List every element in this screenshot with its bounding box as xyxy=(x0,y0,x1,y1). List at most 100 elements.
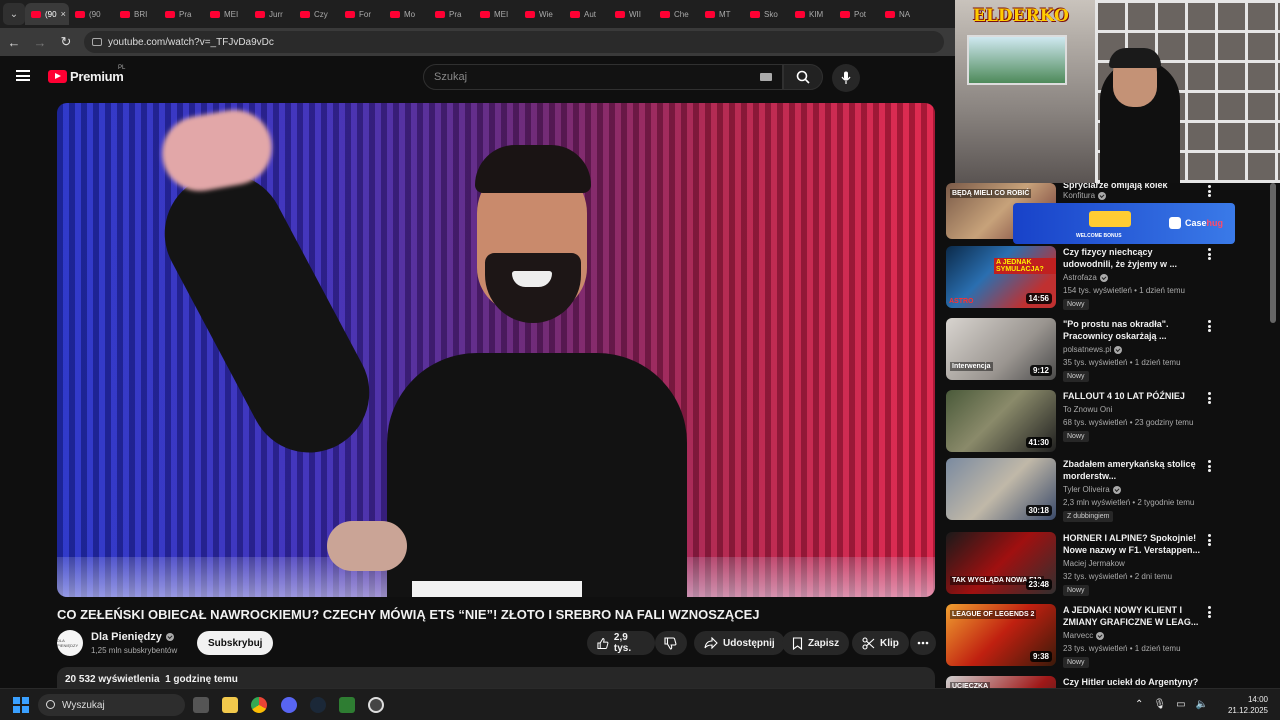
share-button[interactable]: Udostępnij xyxy=(694,631,785,655)
video-thumbnail[interactable]: Interwencja 9:12 xyxy=(946,318,1056,380)
more-vertical-icon[interactable] xyxy=(1208,534,1211,546)
recommended-channel[interactable]: Astrofaza xyxy=(1063,273,1108,282)
recommended-channel[interactable]: Tyler Oliveira xyxy=(1063,485,1121,494)
taskbar-search[interactable]: Wyszukaj xyxy=(38,694,185,716)
youtube-favicon-icon xyxy=(750,10,760,18)
recommended-channel[interactable]: Marvecc xyxy=(1063,631,1105,640)
browser-tab[interactable]: Mo xyxy=(384,3,429,25)
channel-name-link[interactable]: Dla Pieniędzy xyxy=(91,631,174,643)
youtube-logo[interactable]: Premium PL xyxy=(48,65,125,84)
task-view-icon[interactable] xyxy=(193,697,209,713)
browser-tab[interactable]: MT xyxy=(699,3,744,25)
browser-tab[interactable]: NA xyxy=(879,3,924,25)
recommended-video-title[interactable]: HORNER I ALPINE? Spokojnie! Nowe nazwy w… xyxy=(1063,532,1203,556)
recommended-video-title[interactable]: FALLOUT 4 10 LAT PÓŹNIEJ xyxy=(1063,390,1203,402)
sidebar-scrollbar[interactable] xyxy=(1270,183,1276,323)
volume-icon[interactable]: 🔈 xyxy=(1196,699,1208,710)
microphone-tray-icon[interactable]: 🎙 xyxy=(1153,699,1166,710)
video-thumbnail[interactable]: UCIECZKA xyxy=(946,676,1056,688)
recommended-channel[interactable]: Maciej Jermakow xyxy=(1063,559,1125,568)
browser-tab[interactable]: Che xyxy=(654,3,699,25)
recommended-video-meta: 154 tys. wyświetleń • 1 dzień temu xyxy=(1063,286,1185,295)
discord-icon[interactable] xyxy=(281,697,297,713)
more-vertical-icon[interactable] xyxy=(1208,606,1211,618)
search-input[interactable]: Szukaj xyxy=(423,64,783,90)
keyboard-icon[interactable] xyxy=(760,73,772,81)
steam-icon[interactable] xyxy=(310,697,326,713)
clock[interactable]: 14:00 21.12.2025 xyxy=(1228,694,1268,716)
recommended-video[interactable]: Interwencja 9:12 "Po prostu nas okradła". … xyxy=(946,318,1266,384)
browser-tab[interactable]: WII xyxy=(609,3,654,25)
video-thumbnail[interactable]: 41:30 xyxy=(946,390,1056,452)
recommended-video-title[interactable]: Spryciarze omijają kolek xyxy=(1063,183,1203,191)
forward-icon[interactable]: → xyxy=(28,30,52,54)
address-bar[interactable]: youtube.com/watch?v=_TFJvDa9vDc xyxy=(84,31,944,53)
browser-tab[interactable]: MEI xyxy=(204,3,249,25)
obs-icon[interactable] xyxy=(368,697,384,713)
video-thumbnail[interactable]: A JEDNAK SYMULACJA? ASTRO 14:56 xyxy=(946,246,1056,308)
browser-tab[interactable]: (90 xyxy=(69,3,114,25)
browser-tab[interactable]: For xyxy=(339,3,384,25)
browser-tab[interactable]: Pra xyxy=(429,3,474,25)
recommended-channel[interactable]: polsatnews.pl xyxy=(1063,345,1123,354)
recommended-video-title[interactable]: Zbadałem amerykańską stolicę morderstw..… xyxy=(1063,458,1203,482)
close-tab-icon[interactable]: × xyxy=(61,9,66,19)
recommended-channel[interactable]: Konfitura xyxy=(1063,191,1107,200)
browser-tab[interactable]: Wie xyxy=(519,3,564,25)
tab-search-button[interactable]: ⌄ xyxy=(3,3,25,25)
clip-button[interactable]: Klip xyxy=(852,631,909,655)
dislike-button[interactable] xyxy=(655,631,687,655)
youtube-play-icon xyxy=(48,70,67,83)
recommended-video[interactable]: TAK WYGLĄDA NOWA F1? 23:48 HORNER I ALPINE… xyxy=(946,532,1266,598)
file-explorer-icon[interactable] xyxy=(222,697,238,713)
save-button[interactable]: Zapisz xyxy=(782,631,850,655)
video-player[interactable] xyxy=(57,103,935,597)
subscribe-button[interactable]: Subskrybuj xyxy=(197,631,274,655)
video-badge: Nowy xyxy=(1063,299,1089,310)
voice-search-button[interactable] xyxy=(832,64,860,92)
browser-tab[interactable]: Czy xyxy=(294,3,339,25)
search-button[interactable] xyxy=(783,64,823,90)
more-actions-button[interactable] xyxy=(910,631,936,655)
browser-tab[interactable]: BRI xyxy=(114,3,159,25)
network-icon[interactable]: ▭ xyxy=(1176,699,1185,710)
recommended-video[interactable]: 30:18 Zbadałem amerykańską stolicę morder… xyxy=(946,458,1266,524)
recommended-video[interactable]: LEAGUE OF LEGENDS 2 9:38 A JEDNAK! NOWY KL… xyxy=(946,604,1266,670)
logo-text: Premium xyxy=(70,69,124,84)
windows-start-icon[interactable] xyxy=(13,697,29,713)
browser-tab[interactable]: (90 × xyxy=(25,3,69,25)
more-vertical-icon[interactable] xyxy=(1208,320,1211,332)
browser-tab[interactable]: Pra xyxy=(159,3,204,25)
recommended-video[interactable]: 41:30 FALLOUT 4 10 LAT PÓŹNIEJ To Znowu On… xyxy=(946,390,1266,456)
excel-icon[interactable] xyxy=(339,697,355,713)
more-vertical-icon[interactable] xyxy=(1208,392,1211,404)
browser-tab[interactable]: Aut xyxy=(564,3,609,25)
more-vertical-icon[interactable] xyxy=(1208,460,1211,472)
reload-icon[interactable]: ↻ xyxy=(54,30,78,54)
recommended-video-title[interactable]: Czy fizycy niechcący udowodnili, że żyje… xyxy=(1063,246,1203,270)
browser-tab[interactable]: Sko xyxy=(744,3,789,25)
search-icon xyxy=(796,70,810,84)
more-vertical-icon[interactable] xyxy=(1208,185,1211,197)
recommended-channel[interactable]: To Znowu Oni xyxy=(1063,405,1112,414)
video-thumbnail[interactable]: LEAGUE OF LEGENDS 2 9:38 xyxy=(946,604,1056,666)
channel-avatar[interactable]: DLA PIENIĘDZY xyxy=(57,630,83,656)
browser-tab[interactable]: Jurr xyxy=(249,3,294,25)
recommended-video[interactable]: A JEDNAK SYMULACJA? ASTRO 14:56 Czy fizycy … xyxy=(946,246,1266,312)
video-thumbnail[interactable]: TAK WYGLĄDA NOWA F1? 23:48 xyxy=(946,532,1056,594)
site-info-icon[interactable] xyxy=(92,38,102,46)
browser-tab[interactable]: MEI xyxy=(474,3,519,25)
recommended-video-title[interactable]: A JEDNAK! NOWY KLIENT I ZMIANY GRAFICZNE… xyxy=(1063,604,1203,628)
menu-icon[interactable] xyxy=(16,70,30,81)
chrome-icon[interactable] xyxy=(251,697,267,713)
chevron-up-icon[interactable]: ⌃ xyxy=(1135,699,1143,710)
more-vertical-icon[interactable] xyxy=(1208,248,1211,260)
recommended-video-title[interactable]: "Po prostu nas okradła". Pracownicy oska… xyxy=(1063,318,1203,342)
back-icon[interactable]: ← xyxy=(2,30,26,54)
like-button[interactable]: 2,9 tys. xyxy=(587,631,655,655)
recommended-video[interactable]: UCIECZKA Czy Hitler uciekł do Argentyny? xyxy=(946,676,1266,688)
browser-tab[interactable]: Pot xyxy=(834,3,879,25)
recommended-video-title[interactable]: Czy Hitler uciekł do Argentyny? xyxy=(1063,676,1203,688)
browser-tab[interactable]: KIM xyxy=(789,3,834,25)
video-thumbnail[interactable]: 30:18 xyxy=(946,458,1056,520)
